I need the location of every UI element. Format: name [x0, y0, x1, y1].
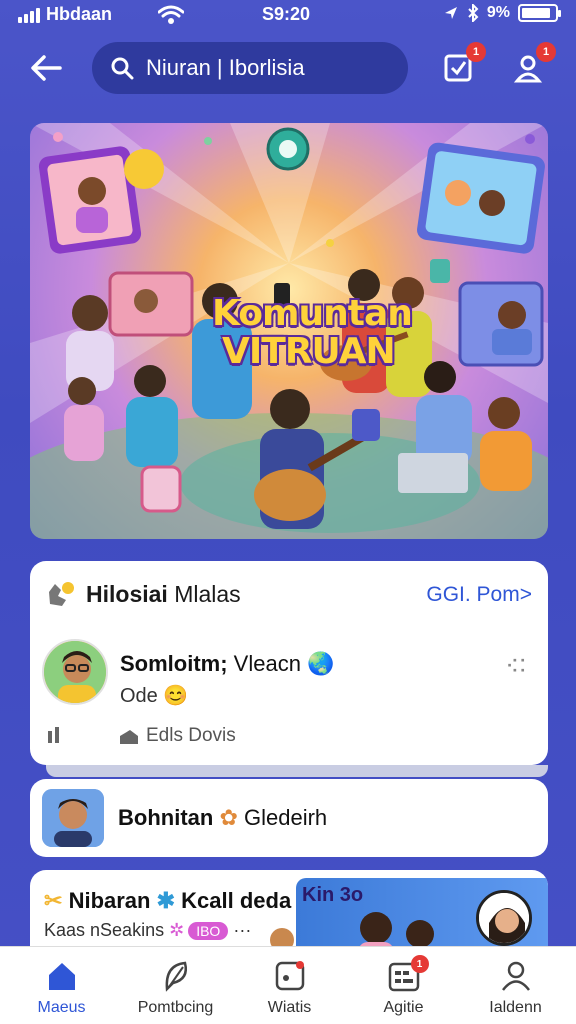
hero-title-line1: Komuntan — [212, 293, 413, 334]
avatar[interactable] — [42, 639, 108, 705]
post-row[interactable]: Somloitm; Vleacn 🌏 Ode 😊 ⠪⠅ — [42, 639, 532, 709]
feed-card-1[interactable]: Hilosiai Mlalas GGI. Pom> Somloitm; Vlea… — [30, 561, 548, 765]
home-icon — [48, 963, 75, 990]
avatar[interactable] — [42, 789, 104, 847]
activity-badge: 1 — [410, 955, 429, 973]
more-options-icon[interactable]: ⠪⠅ — [506, 657, 532, 678]
nav-item-explore[interactable]: Pomtbcing — [118, 947, 233, 1024]
card-header: Hilosiai Mlalas GGI. Pom> — [46, 579, 532, 609]
thumb-avatar — [476, 890, 532, 946]
cookie-emoji-icon: ✿ — [219, 805, 238, 830]
status-bar: Hbdaan S9:20 9% — [0, 0, 576, 30]
card-stack-shadow — [46, 765, 548, 777]
battery-percent: 9% — [486, 4, 510, 21]
card-3-subtitle: Kaas nSeakins ✲ IBO ··· — [44, 920, 251, 941]
card-2-title: Bohnitan ✿ Gledeirh — [118, 805, 327, 831]
avatar-illustration — [42, 789, 104, 847]
battery-icon — [518, 4, 561, 22]
nav-item-activity[interactable]: 1 Agitie — [346, 947, 461, 1024]
signal-icon — [18, 7, 40, 23]
card-2-name-bold: Bohnitan — [118, 805, 214, 830]
nav-item-home[interactable]: Maeus — [4, 947, 119, 1024]
notifications-badge: 1 — [466, 42, 486, 62]
card-title: Hilosiai Mlalas — [86, 581, 241, 608]
search-bar[interactable]: Niuran | Iborlisia — [92, 42, 408, 94]
globe-emoji-icon: 🌏 — [307, 651, 335, 676]
post-meta: Ode 😊 — [120, 683, 188, 708]
card-title-bold: Hilosiai — [86, 580, 168, 607]
compass-icon — [165, 961, 187, 992]
nav-item-profile[interactable]: Ialdenn — [458, 947, 573, 1024]
nav-label: Wiatis — [267, 999, 312, 1016]
status-left: Hbdaan — [18, 4, 112, 25]
card-3-title: ✂ Nibaran ✱ Kcall deda — [44, 888, 291, 914]
search-text: Niuran | Iborlisia — [146, 55, 305, 80]
card-3-title-text: Nibaran — [68, 888, 151, 913]
nav-label: Ialdenn — [489, 999, 542, 1016]
card-2-name-rest: Gledeirh — [244, 805, 328, 830]
card-3-subtitle-text: Kaas nSeakins — [44, 920, 165, 940]
see-all-link[interactable]: GGI. Pom> — [426, 583, 532, 607]
hero-title-line2: VITRUAN — [222, 331, 396, 372]
hero-title: Komuntan VITRUAN — [180, 295, 440, 371]
card-3-pill: IBO — [188, 922, 229, 940]
post-meta-text: Ode — [120, 685, 158, 707]
back-button[interactable] — [26, 48, 66, 88]
avatar-illustration — [44, 641, 106, 703]
card-title-rest: Mlalas — [167, 580, 241, 607]
status-time: S9:20 — [262, 4, 311, 24]
profile-button[interactable]: 1 — [508, 42, 556, 88]
hero-banner[interactable]: Komuntan VITRUAN — [30, 123, 548, 539]
calendar-icon-wrap: 1 — [387, 955, 429, 993]
nav-label: Pomtbcing — [137, 999, 214, 1016]
feed-card-2[interactable]: Bohnitan ✿ Gledeirh — [30, 779, 548, 857]
puzzle-icon — [49, 582, 74, 606]
post-icon — [275, 961, 304, 991]
search-icon — [111, 57, 134, 80]
nav-item-post[interactable]: Wiatis — [232, 947, 347, 1024]
bottom-nav: Maeus Pomtbcing Wiatis 1 Agitie Ialdenn — [0, 946, 576, 1024]
more-dots[interactable]: ··· — [233, 920, 251, 940]
share-action[interactable]: Edls Dovis — [118, 725, 236, 747]
profile-badge: 1 — [536, 42, 556, 62]
post-actions: Edls Dovis — [46, 723, 446, 749]
sparkle-icon: ✲ — [169, 920, 185, 940]
wifi-icon — [158, 5, 184, 24]
post-author-bold: Somloitm; — [120, 651, 228, 676]
post-author-rest: Vleacn — [227, 651, 301, 676]
like-icon[interactable] — [46, 725, 68, 745]
notifications-button[interactable]: 1 — [438, 42, 486, 88]
nav-label: Agitie — [383, 999, 424, 1016]
woman-face-icon — [479, 893, 529, 943]
smile-emoji-icon: 😊 — [163, 685, 189, 707]
card-3-title-rest: Kcall deda — [181, 888, 292, 913]
carrier-label: Hbdaan — [46, 4, 113, 24]
party-emoji-icon: ✂ — [44, 888, 63, 913]
nav-label: Maeus — [37, 999, 86, 1016]
back-arrow-icon — [31, 55, 62, 81]
status-right: 9% — [443, 4, 561, 22]
location-icon — [444, 7, 457, 19]
share-icon — [120, 730, 138, 744]
profile-icon — [501, 961, 530, 991]
post-author: Somloitm; Vleacn 🌏 — [120, 651, 334, 677]
bluetooth-icon — [468, 4, 479, 22]
share-label: Edls Dovis — [146, 725, 236, 746]
star-icon: ✱ — [156, 888, 176, 913]
